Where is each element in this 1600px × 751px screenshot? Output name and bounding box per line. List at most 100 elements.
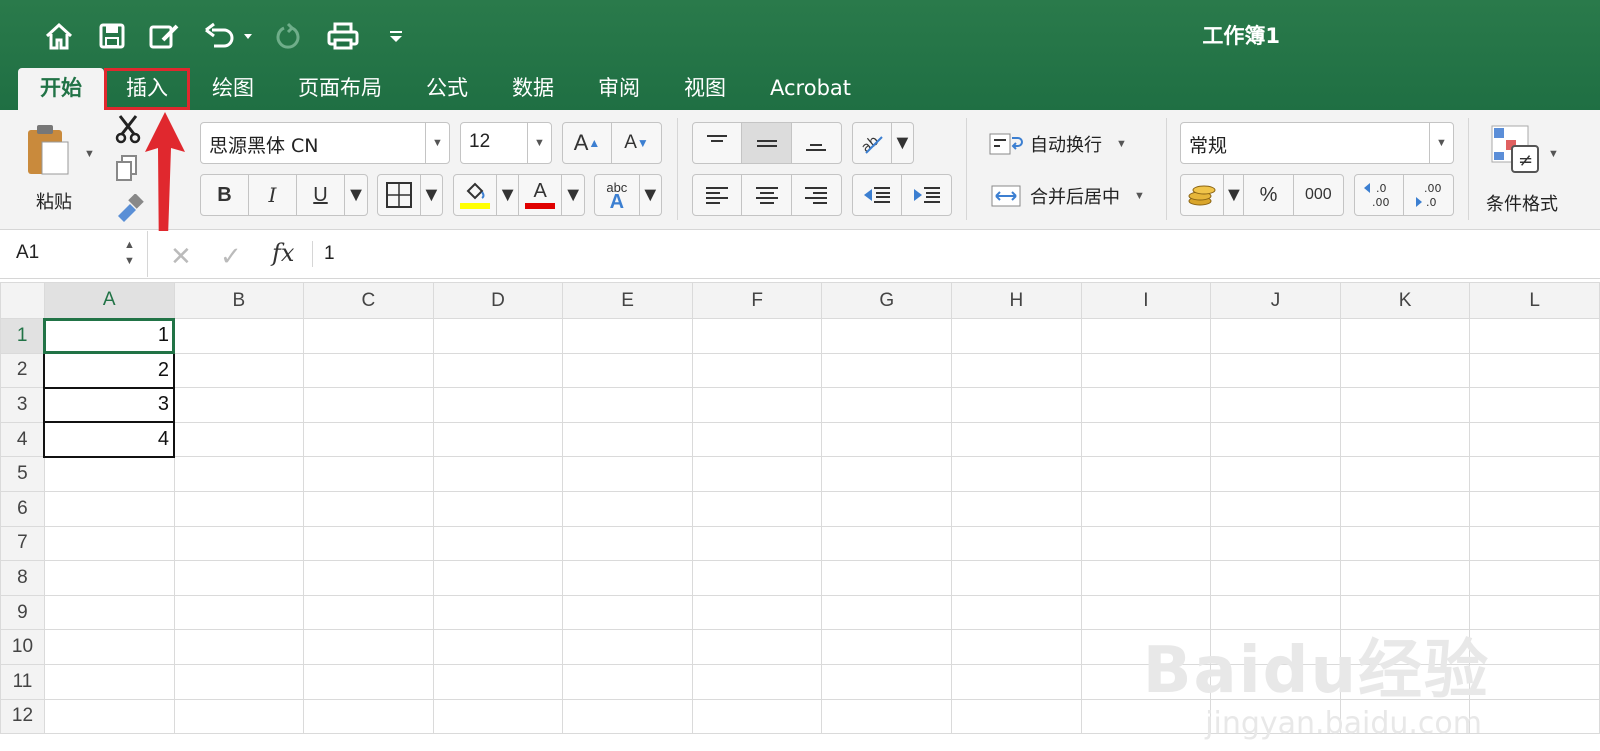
- cell[interactable]: 3: [43, 386, 176, 424]
- cell[interactable]: [43, 698, 175, 735]
- cell[interactable]: [562, 352, 693, 389]
- cancel-icon[interactable]: ✕: [170, 241, 192, 272]
- row-header[interactable]: 7: [0, 525, 45, 562]
- cell[interactable]: [1339, 560, 1471, 596]
- tab-home[interactable]: 开始: [18, 68, 104, 110]
- cell[interactable]: [432, 525, 564, 562]
- cell[interactable]: [1210, 387, 1341, 423]
- cell[interactable]: [1080, 525, 1212, 562]
- cell[interactable]: [821, 456, 953, 492]
- cell[interactable]: [1469, 456, 1600, 492]
- tab-page-layout[interactable]: 页面布局: [276, 68, 404, 110]
- column-header[interactable]: K: [1339, 282, 1471, 319]
- cell[interactable]: [1339, 456, 1471, 492]
- cell[interactable]: [691, 456, 823, 492]
- underline-button[interactable]: U: [297, 175, 345, 215]
- cell[interactable]: [432, 318, 564, 354]
- cell[interactable]: [43, 663, 175, 700]
- cell[interactable]: [821, 318, 953, 354]
- wrap-text-button[interactable]: 自动换行 ▼: [988, 126, 1158, 162]
- row-header[interactable]: 1: [0, 318, 45, 354]
- cell[interactable]: [1210, 490, 1341, 527]
- percent-button[interactable]: %: [1244, 175, 1294, 215]
- cell[interactable]: [951, 560, 1082, 596]
- cell[interactable]: [951, 594, 1082, 631]
- cell[interactable]: [1469, 387, 1600, 423]
- cell[interactable]: [432, 663, 564, 700]
- cell[interactable]: [303, 490, 434, 527]
- cell[interactable]: [691, 352, 823, 389]
- cell[interactable]: [303, 387, 434, 423]
- cell[interactable]: [821, 560, 953, 596]
- currency-dropdown-icon[interactable]: ▼: [1224, 175, 1245, 215]
- cell[interactable]: [1210, 318, 1341, 354]
- row-header[interactable]: 10: [0, 629, 45, 665]
- font-color-button[interactable]: A: [519, 175, 563, 215]
- column-header[interactable]: C: [303, 282, 434, 319]
- cell[interactable]: [1469, 352, 1600, 389]
- cell[interactable]: [432, 629, 564, 665]
- cell[interactable]: [432, 594, 564, 631]
- column-header[interactable]: A: [43, 282, 175, 319]
- row-header[interactable]: 4: [0, 421, 45, 458]
- cell[interactable]: [821, 594, 953, 631]
- cell[interactable]: [691, 594, 823, 631]
- italic-button[interactable]: I: [249, 175, 297, 215]
- cell[interactable]: [173, 421, 305, 458]
- increase-decimal-button[interactable]: .0.00: [1355, 175, 1405, 215]
- cell[interactable]: [303, 456, 434, 492]
- cell[interactable]: [1080, 560, 1212, 596]
- cell[interactable]: [951, 387, 1082, 423]
- cell[interactable]: [43, 594, 175, 631]
- cell[interactable]: [303, 594, 434, 631]
- cell[interactable]: [303, 560, 434, 596]
- cell[interactable]: [691, 318, 823, 354]
- row-header[interactable]: 11: [0, 663, 45, 700]
- cell[interactable]: [562, 490, 693, 527]
- cell[interactable]: [951, 525, 1082, 562]
- cell[interactable]: [303, 629, 434, 665]
- cell[interactable]: [1339, 352, 1471, 389]
- cell[interactable]: [691, 560, 823, 596]
- cell[interactable]: [173, 560, 305, 596]
- tab-acrobat[interactable]: Acrobat: [748, 68, 873, 110]
- grow-font-button[interactable]: A ▲: [563, 123, 613, 163]
- cell[interactable]: [173, 387, 305, 423]
- cell[interactable]: [562, 663, 693, 700]
- cell[interactable]: [1469, 490, 1600, 527]
- column-header[interactable]: G: [821, 282, 953, 319]
- cell[interactable]: [1210, 421, 1341, 458]
- cell[interactable]: [303, 421, 434, 458]
- cell[interactable]: [691, 421, 823, 458]
- wrap-text-dropdown-icon[interactable]: ▼: [1116, 138, 1127, 150]
- cell[interactable]: [303, 525, 434, 562]
- cell[interactable]: [173, 352, 305, 389]
- tab-formulas[interactable]: 公式: [404, 68, 490, 110]
- number-format-select[interactable]: 常规 ▼: [1180, 122, 1454, 164]
- row-header[interactable]: 6: [0, 490, 45, 527]
- bold-button[interactable]: B: [201, 175, 249, 215]
- align-top-icon[interactable]: [693, 123, 743, 163]
- cell[interactable]: [951, 456, 1082, 492]
- cell[interactable]: [1339, 490, 1471, 527]
- column-header[interactable]: F: [691, 282, 823, 319]
- borders-icon[interactable]: [378, 175, 421, 215]
- cell[interactable]: 1: [43, 317, 176, 355]
- phonetic-dropdown-icon[interactable]: ▼: [640, 175, 661, 215]
- column-header[interactable]: I: [1080, 282, 1212, 319]
- row-header[interactable]: 12: [0, 698, 45, 735]
- merge-center-dropdown-icon[interactable]: ▼: [1134, 190, 1145, 202]
- cell[interactable]: [691, 629, 823, 665]
- cell[interactable]: [303, 352, 434, 389]
- cell[interactable]: [821, 525, 953, 562]
- column-header[interactable]: L: [1469, 282, 1600, 319]
- cell[interactable]: [1210, 560, 1341, 596]
- cell[interactable]: [562, 560, 693, 596]
- font-size-dropdown-icon[interactable]: ▼: [527, 123, 551, 163]
- cell[interactable]: [432, 560, 564, 596]
- increase-indent-icon[interactable]: [902, 175, 951, 215]
- cell[interactable]: [821, 387, 953, 423]
- cell[interactable]: [562, 698, 693, 735]
- row-header[interactable]: 3: [0, 387, 45, 423]
- paste-dropdown-icon[interactable]: ▼: [84, 148, 95, 160]
